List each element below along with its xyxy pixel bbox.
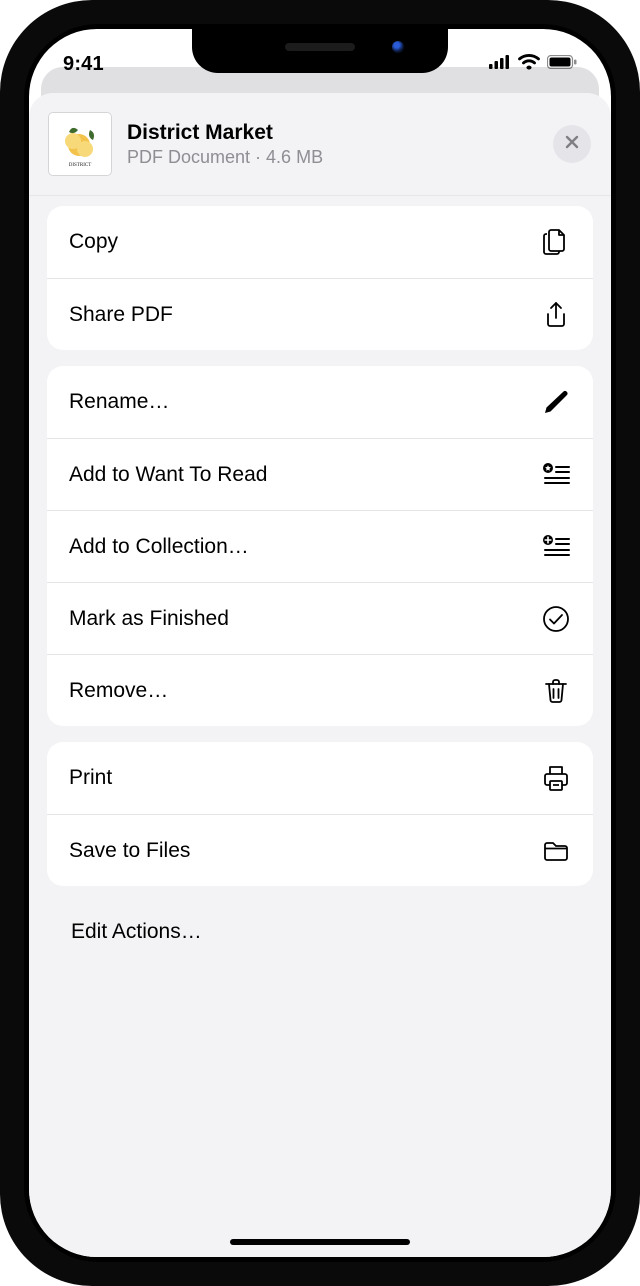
action-group-3: Print Save to Files xyxy=(47,742,593,886)
document-thumbnail: DISTRICT xyxy=(49,113,111,175)
document-title: District Market xyxy=(127,120,537,145)
status-time: 9:41 xyxy=(63,53,104,76)
checkmark-circle-icon xyxy=(541,604,571,634)
action-label: Print xyxy=(69,766,112,790)
battery-icon xyxy=(547,55,577,74)
rename-action[interactable]: Rename… xyxy=(47,366,593,438)
copy-icon xyxy=(541,227,571,257)
wifi-icon xyxy=(518,54,540,75)
action-label: Remove… xyxy=(69,679,168,703)
action-label: Mark as Finished xyxy=(69,607,229,631)
add-collection-action[interactable]: Add to Collection… xyxy=(47,510,593,582)
pencil-icon xyxy=(541,387,571,417)
action-label: Share PDF xyxy=(69,303,173,327)
star-list-icon xyxy=(541,460,571,490)
plus-list-icon xyxy=(541,532,571,562)
action-label: Add to Want To Read xyxy=(69,463,267,487)
action-label: Save to Files xyxy=(69,839,190,863)
action-group-2: Rename… Add to Want To Read xyxy=(47,366,593,726)
print-action[interactable]: Print xyxy=(47,742,593,814)
action-label: Copy xyxy=(69,230,118,254)
add-want-to-read-action[interactable]: Add to Want To Read xyxy=(47,438,593,510)
sheet-header: DISTRICT District Market PDF Document · … xyxy=(29,93,611,196)
home-indicator[interactable] xyxy=(230,1239,410,1245)
action-group-1: Copy Share PDF xyxy=(47,206,593,350)
status-bar: 9:41 xyxy=(29,29,611,87)
folder-icon xyxy=(541,836,571,866)
edit-actions[interactable]: Edit Actions… xyxy=(47,902,593,950)
save-files-action[interactable]: Save to Files xyxy=(47,814,593,886)
share-pdf-action[interactable]: Share PDF xyxy=(47,278,593,350)
printer-icon xyxy=(541,763,571,793)
phone-frame: 9:41 xyxy=(0,0,640,1286)
document-subtitle: PDF Document · 4.6 MB xyxy=(127,147,537,168)
close-button[interactable] xyxy=(553,125,591,163)
close-icon xyxy=(564,134,580,155)
cellular-icon xyxy=(489,55,511,74)
share-icon xyxy=(541,300,571,330)
svg-text:DISTRICT: DISTRICT xyxy=(69,163,92,168)
trash-icon xyxy=(541,676,571,706)
action-label: Add to Collection… xyxy=(69,535,249,559)
action-label: Edit Actions… xyxy=(71,920,202,943)
copy-action[interactable]: Copy xyxy=(47,206,593,278)
share-sheet: DISTRICT District Market PDF Document · … xyxy=(29,93,611,1257)
status-icons xyxy=(489,54,577,75)
mark-finished-action[interactable]: Mark as Finished xyxy=(47,582,593,654)
remove-action[interactable]: Remove… xyxy=(47,654,593,726)
screen: 9:41 xyxy=(29,29,611,1257)
action-label: Rename… xyxy=(69,390,169,414)
